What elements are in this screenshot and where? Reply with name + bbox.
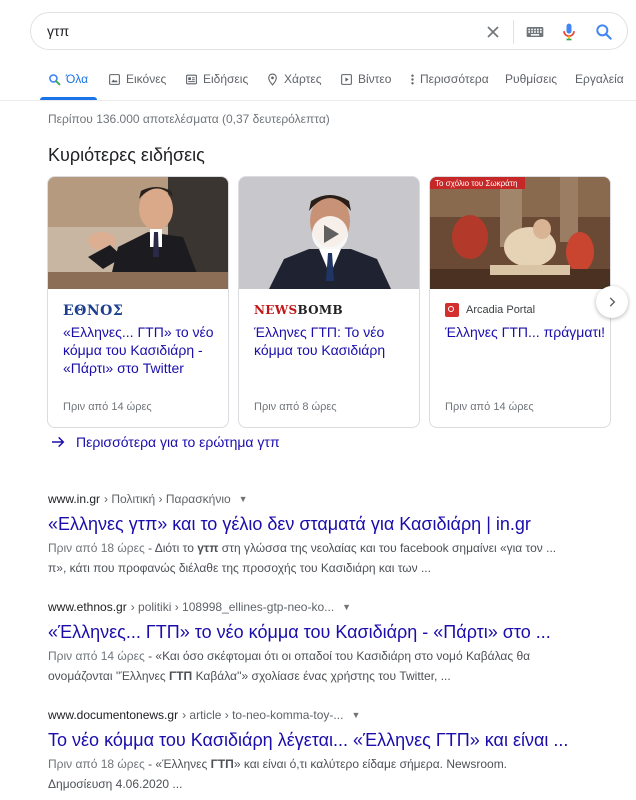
- search-divider: [513, 20, 514, 44]
- result-title[interactable]: «Έλληνες... ΓΤΠ» το νέο κόμμα του Κασιδι…: [48, 620, 608, 644]
- result-stats: Περίπου 136.000 αποτελέσματα (0,37 δευτε…: [48, 112, 330, 126]
- result-title[interactable]: Το νέο κόμμα του Κασιδιάρη λέγεται... «Έ…: [48, 728, 608, 752]
- result-domain: www.ethnos.gr: [48, 600, 127, 614]
- result-title[interactable]: «Ελληνες γτπ» και το γέλιο δεν σταματά γ…: [48, 512, 608, 536]
- tab-tools[interactable]: Εργαλεία: [575, 72, 624, 86]
- news-headline[interactable]: «Ελληνες... ΓΤΠ» το νέο κόμμα του Κασιδι…: [63, 323, 223, 377]
- result-breadcrumb: www.in.gr › Πολιτική › Παρασκήνιο ▼: [48, 490, 608, 508]
- search-result: www.in.gr › Πολιτική › Παρασκήνιο ▼ «Ελλ…: [48, 490, 608, 578]
- tab-videos[interactable]: Βίντεο: [340, 72, 391, 86]
- active-tab-indicator: [40, 97, 97, 100]
- news-headline[interactable]: Έλληνες ΓΤΠ... πράγματι!: [445, 323, 605, 341]
- arcadia-portal-icon: [445, 303, 459, 317]
- news-headline[interactable]: Έλληνες ΓΤΠ: Το νέο κόμμα του Κασιδιάρη: [254, 323, 414, 359]
- microphone-icon[interactable]: [559, 22, 579, 42]
- news-thumbnail: [48, 177, 228, 289]
- news-card[interactable]: ΕΘΝΟΣ «Ελληνες... ΓΤΠ» το νέο κόμμα του …: [47, 176, 229, 428]
- result-domain: www.in.gr: [48, 492, 101, 506]
- news-source: ΕΘΝΟΣ: [63, 303, 123, 319]
- result-breadcrumb: www.ethnos.gr › politiki › 108998_elline…: [48, 598, 608, 616]
- more-vert-icon: [411, 74, 414, 84]
- news-source: Arcadia Portal: [445, 303, 535, 317]
- news-thumbnail: Το σχόλιο του Σωκράτη: [430, 177, 610, 289]
- tab-settings[interactable]: Ρυθμίσεις: [505, 72, 557, 86]
- result-path: › Πολιτική › Παρασκήνιο: [104, 492, 231, 506]
- clear-icon[interactable]: [483, 22, 503, 42]
- tab-maps[interactable]: Χάρτες: [266, 72, 321, 86]
- tab-more[interactable]: Περισσότερα: [410, 72, 489, 86]
- chevron-right-icon: [609, 297, 616, 307]
- tab-images[interactable]: Εικόνες: [108, 72, 166, 86]
- result-snippet: Πριν από 18 ώρες - «Έλληνες ΓΤΠ» και είν…: [48, 757, 508, 791]
- caret-down-icon[interactable]: ▼: [342, 598, 351, 616]
- search-icon: [49, 73, 61, 85]
- news-thumbnail: [239, 177, 419, 289]
- result-breadcrumb: www.documentonews.gr › article › to-neo-…: [48, 706, 608, 724]
- news-time: Πριν από 8 ώρες: [254, 401, 337, 413]
- news-card[interactable]: NEWSBOMB Έλληνες ΓΤΠ: Το νέο κόμμα του Κ…: [238, 176, 420, 428]
- result-path: › politiki › 108998_ellines-gtp-neo-ko..…: [130, 600, 335, 614]
- news-icon: [186, 74, 197, 84]
- news-source-name: Arcadia Portal: [466, 304, 536, 316]
- result-domain: www.documentonews.gr: [48, 708, 179, 722]
- map-pin-icon: [268, 73, 277, 86]
- arrow-right-icon: [52, 436, 65, 448]
- news-source: NEWSBOMB: [254, 303, 343, 317]
- carousel-next-button[interactable]: [596, 286, 628, 318]
- search-input[interactable]: [47, 21, 447, 41]
- caret-down-icon[interactable]: ▼: [351, 706, 360, 724]
- newsbomb-logo: NEWSBOMB: [254, 303, 343, 317]
- ethnos-logo: ΕΘΝΟΣ: [63, 303, 124, 319]
- image-caption: Το σχόλιο του Σωκράτη: [435, 179, 517, 188]
- search-tabs: Όλα Εικόνες Ειδήσεις Χάρτες Βίντεο Περισ…: [0, 62, 636, 101]
- image-icon: [109, 73, 120, 85]
- caret-down-icon[interactable]: ▼: [239, 490, 248, 508]
- news-time: Πριν από 14 ώρες: [445, 401, 534, 413]
- news-card[interactable]: Το σχόλιο του Σωκράτη Arcadia Portal Έλλ…: [429, 176, 611, 428]
- news-time: Πριν από 14 ώρες: [63, 401, 152, 413]
- result-snippet: Πριν από 18 ώρες - Διότι το γτπ στη γλώσ…: [48, 541, 557, 575]
- result-path: › article › to-neo-komma-toy-...: [182, 708, 344, 722]
- top-stories-heading: Κυριότερες ειδήσεις: [48, 145, 205, 165]
- tab-all[interactable]: Όλα: [48, 72, 88, 86]
- keyboard-icon[interactable]: [525, 22, 545, 42]
- search-bar[interactable]: [30, 12, 628, 50]
- search-result: www.documentonews.gr › article › to-neo-…: [48, 706, 608, 794]
- more-stories-link[interactable]: Περισσότερα για το ερώτημα γτπ: [50, 434, 280, 450]
- search-icon[interactable]: [594, 22, 614, 42]
- tab-news[interactable]: Ειδήσεις: [185, 72, 248, 86]
- search-result: www.ethnos.gr › politiki › 108998_elline…: [48, 598, 608, 686]
- video-icon: [341, 73, 352, 85]
- result-snippet: Πριν από 14 ώρες - «Και όσο σκέφτομαι ότ…: [48, 649, 531, 683]
